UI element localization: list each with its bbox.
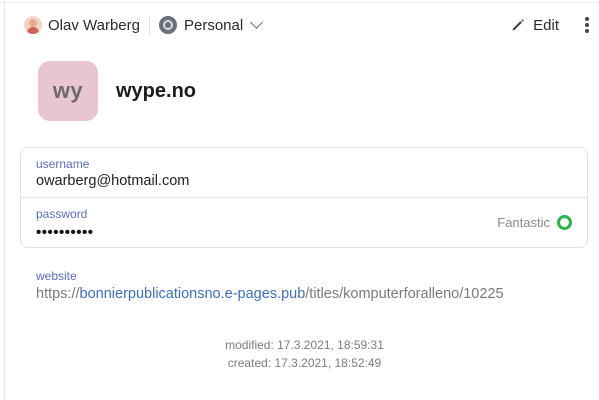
password-label: password <box>36 207 88 221</box>
password-strength: Fantastic <box>497 215 572 230</box>
header-separator <box>148 16 150 34</box>
credentials-card: username owarberg@hotmail.com password •… <box>20 147 588 248</box>
more-options-button[interactable] <box>583 14 591 36</box>
item-metadata: modified: 17.3.2021, 18:59:31 created: 1… <box>0 336 599 372</box>
edit-button[interactable]: Edit <box>511 12 559 38</box>
website-section: website https://bonnierpublicationsno.e-… <box>36 269 504 302</box>
edit-label: Edit <box>533 16 559 34</box>
vault-selector[interactable]: Personal <box>158 12 264 38</box>
password-value[interactable]: •••••••••• <box>36 224 94 241</box>
strength-label: Fantastic <box>497 215 550 230</box>
vault-icon <box>158 16 177 34</box>
username-label: username <box>36 157 90 171</box>
pencil-icon <box>512 19 524 31</box>
item-heading: wy wype.no <box>38 61 196 121</box>
website-host[interactable]: bonnierpublicationsno.e-pages.pub <box>80 286 306 302</box>
item-detail-pane: Olav Warberg Personal Edit wy wype.no us… <box>0 0 599 400</box>
avatar-icon <box>24 16 42 34</box>
item-header-bar: Olav Warberg Personal Edit <box>20 12 591 38</box>
password-field[interactable]: password •••••••••• Fantastic <box>21 198 587 248</box>
item-title: wype.no <box>116 79 197 102</box>
website-path: /titles/komputerforalleno/10225 <box>305 286 504 302</box>
vault-name: Personal <box>183 16 244 34</box>
owner-name: Olav Warberg <box>48 16 140 34</box>
username-field[interactable]: username owarberg@hotmail.com <box>21 148 587 198</box>
created-date: created: 17.3.2021, 18:52:49 <box>227 356 382 370</box>
top-divider <box>0 2 599 3</box>
modified-date: modified: 17.3.2021, 18:59:31 <box>225 338 384 352</box>
strength-ring-icon <box>557 215 572 230</box>
item-icon: wy <box>38 61 98 121</box>
chevron-down-icon <box>250 16 264 29</box>
website-label: website <box>36 269 77 283</box>
more-vertical-icon <box>585 17 589 21</box>
owner: Olav Warberg <box>20 12 140 38</box>
website-link[interactable]: https://bonnierpublicationsno.e-pages.pu… <box>36 286 504 302</box>
website-scheme: https:// <box>36 286 80 302</box>
username-value[interactable]: owarberg@hotmail.com <box>36 173 189 189</box>
